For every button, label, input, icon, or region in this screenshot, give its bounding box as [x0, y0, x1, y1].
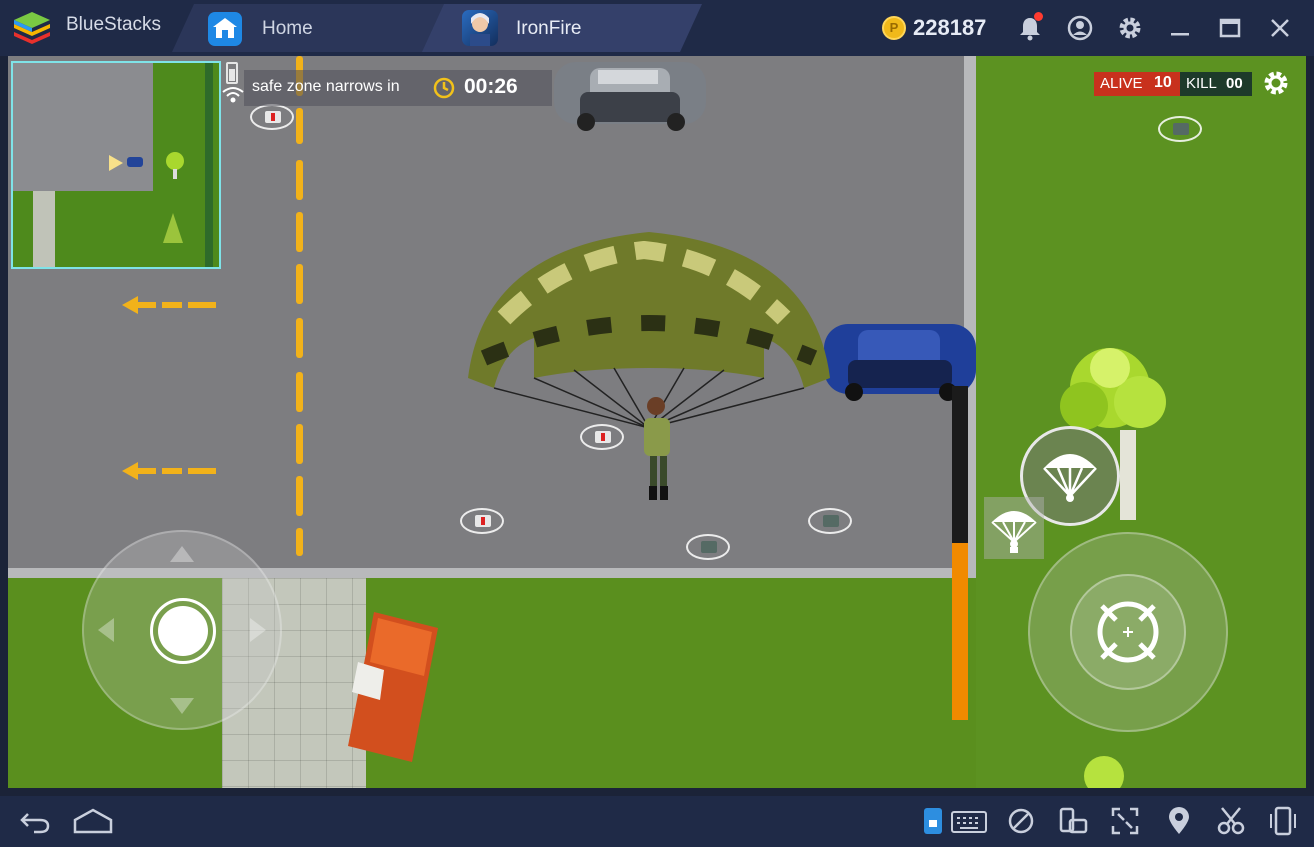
lane-marking [296, 318, 303, 358]
wifi-icon [222, 87, 244, 103]
minimap-path [33, 191, 55, 267]
maximize-icon[interactable] [1216, 14, 1244, 42]
tab-home[interactable]: Home [172, 4, 452, 52]
tab-home-label: Home [262, 18, 313, 39]
lane-marking [296, 264, 303, 304]
rotate-icon[interactable] [1058, 806, 1088, 836]
loot-medkit[interactable] [460, 508, 504, 534]
parachute-icon [991, 511, 1037, 553]
game-settings-gear-icon[interactable] [1262, 69, 1290, 97]
tab-ironfire-label: IronFire [516, 18, 582, 39]
clock-icon [433, 77, 455, 99]
wrecked-car [554, 62, 706, 131]
lane-marking [296, 372, 303, 412]
lane-marking [296, 424, 303, 464]
notification-dot [1034, 12, 1043, 21]
bluestacks-logo-icon [14, 12, 50, 44]
game-viewport[interactable]: safe zone narrows in 00:26 ALIVE 10 KILL… [8, 56, 1306, 788]
minimize-icon[interactable] [1166, 14, 1194, 42]
keymapping-icon[interactable] [918, 806, 948, 836]
battery-icon [226, 62, 238, 84]
home-icon [208, 12, 242, 46]
road-arrow-icon [122, 296, 216, 314]
alive-label: ALIVE [1100, 75, 1143, 92]
account-icon[interactable] [1066, 14, 1094, 42]
home-nav-icon[interactable] [72, 806, 114, 836]
player-parachute [468, 232, 830, 500]
location-icon[interactable] [1164, 806, 1194, 836]
coin-balance: 228187 [913, 15, 987, 40]
tree [1084, 756, 1124, 788]
crosshair-icon [1097, 601, 1159, 663]
loot-ammo[interactable] [686, 534, 730, 560]
lane-marking [296, 108, 303, 144]
shake-device-icon[interactable] [1268, 806, 1298, 836]
minimap-tree-icon [163, 213, 183, 243]
title-bar: BlueStacks Home IronFire P 228187 [0, 0, 1314, 56]
altitude-bar-fill [952, 543, 968, 720]
parachute-icon [1043, 454, 1097, 502]
alive-count: 10 [1154, 74, 1172, 91]
safe-zone-timer: 00:26 [464, 75, 518, 98]
back-icon[interactable] [20, 806, 50, 836]
loot-armor[interactable] [1158, 116, 1202, 142]
tab-ironfire[interactable]: IronFire [422, 4, 702, 52]
joystick-knob[interactable] [158, 606, 208, 656]
screenshot-scissors-icon[interactable] [1216, 806, 1246, 836]
kill-label: KILL [1186, 75, 1217, 92]
ironfire-app-icon [462, 10, 498, 46]
lane-marking [296, 160, 303, 200]
shipping-container [348, 612, 438, 762]
gear-icon[interactable] [1116, 14, 1144, 42]
minimap-tree-icon [166, 152, 184, 179]
eco-mode-icon[interactable] [1006, 806, 1036, 836]
minimap[interactable] [11, 61, 221, 269]
lane-marking [296, 476, 303, 516]
lane-marking [296, 212, 303, 252]
player-marker-icon [109, 155, 143, 171]
kill-count: 00 [1226, 75, 1243, 92]
close-icon[interactable] [1266, 14, 1294, 42]
lane-marking [296, 528, 303, 556]
fullscreen-icon[interactable] [1110, 806, 1140, 836]
app-name: BlueStacks [66, 14, 162, 35]
coin-icon: P [882, 16, 906, 40]
road-arrow-icon [122, 462, 216, 480]
keyboard-icon[interactable] [950, 806, 988, 836]
minimap-zone-edge [205, 63, 213, 267]
loot-armor[interactable] [808, 508, 852, 534]
loot-medkit[interactable] [250, 104, 294, 130]
safe-zone-text: safe zone narrows in [252, 78, 400, 95]
